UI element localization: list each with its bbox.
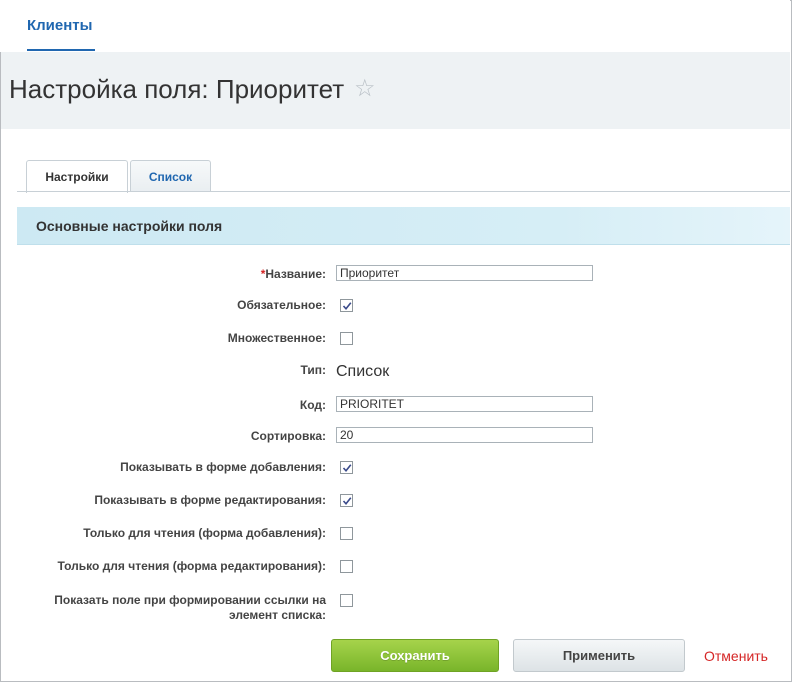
readonly-add-checkbox[interactable] <box>340 527 353 540</box>
tab-divider <box>17 191 790 192</box>
tab-label: Список <box>148 169 193 184</box>
save-button[interactable]: Сохранить <box>331 639 499 672</box>
mandatory-label: Обязательное: <box>237 298 326 312</box>
type-label: Тип: <box>300 363 327 377</box>
type-value: Список <box>336 363 390 380</box>
sort-label: Сортировка: <box>250 429 326 443</box>
title-bar: Настройка поля: Приоритет ☆ <box>1 52 790 129</box>
nav-active-indicator <box>27 49 95 51</box>
name-input[interactable] <box>336 265 593 281</box>
tab-bar: Настройки Список <box>0 160 790 193</box>
apply-button[interactable]: Применить <box>513 639 685 672</box>
multiple-label: Множественное: <box>227 331 326 345</box>
nav-item-clients[interactable]: Клиенты <box>27 17 92 34</box>
multiple-checkbox[interactable] <box>340 332 353 345</box>
star-icon[interactable]: ☆ <box>354 74 376 103</box>
show-add-checkbox[interactable] <box>340 461 353 474</box>
readonly-add-label: Только для чтения (форма добавления): <box>83 526 326 540</box>
page-title: Настройка поля: Приоритет <box>9 74 345 104</box>
code-label: Код: <box>299 398 326 412</box>
name-label: *Название: <box>260 267 326 281</box>
code-input[interactable] <box>336 396 593 412</box>
section-header: Основные настройки поля <box>17 207 790 245</box>
check-icon <box>342 463 351 472</box>
show-link-checkbox[interactable] <box>340 594 353 607</box>
sort-input[interactable] <box>336 427 593 443</box>
section-title: Основные настройки поля <box>36 218 223 234</box>
top-nav: Клиенты <box>0 0 790 52</box>
show-add-label: Показывать в форме добавления: <box>120 460 326 474</box>
check-icon <box>342 496 351 505</box>
cancel-link[interactable]: Отменить <box>704 648 768 664</box>
readonly-edit-checkbox[interactable] <box>340 560 353 573</box>
mandatory-checkbox[interactable] <box>340 299 353 312</box>
tab-settings[interactable]: Настройки <box>26 160 128 193</box>
readonly-edit-label: Только для чтения (форма редактирования)… <box>57 559 326 573</box>
check-icon <box>342 301 351 310</box>
tab-label: Настройки <box>45 170 109 184</box>
tab-list[interactable]: Список <box>130 160 211 192</box>
show-edit-checkbox[interactable] <box>340 494 353 507</box>
show-edit-label: Показывать в форме редактирования: <box>94 493 326 507</box>
show-link-label: Показать поле при формировании ссылки на… <box>54 593 326 622</box>
